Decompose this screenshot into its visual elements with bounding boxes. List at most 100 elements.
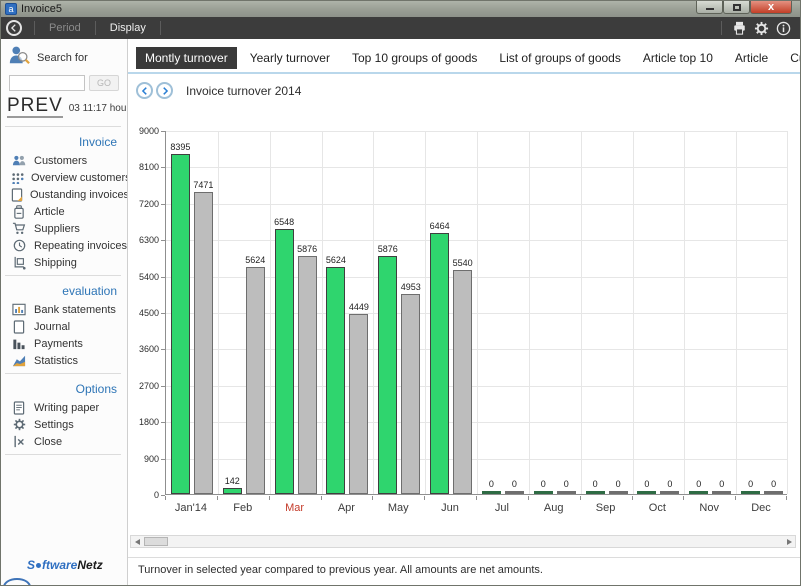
toolbar-item-period: Period: [41, 22, 89, 34]
settings-button[interactable]: [750, 21, 772, 36]
sidebar-item-journal[interactable]: Journal: [1, 318, 127, 335]
y-axis-label: 2700: [128, 381, 159, 391]
x-axis-tick: [321, 496, 322, 500]
bar-value-label: 4449: [341, 302, 376, 312]
x-axis-tick: [476, 496, 477, 500]
scrollbar-thumb[interactable]: [144, 537, 168, 546]
close-button[interactable]: x: [750, 1, 792, 14]
bar-jul-current-year: [482, 491, 501, 494]
scroll-right-arrow-icon[interactable]: [783, 536, 795, 547]
sidebar-item-label: Article: [34, 206, 65, 218]
bar-mar-previous-year: [298, 256, 317, 494]
payments-icon: [11, 337, 27, 351]
back-button[interactable]: [6, 20, 22, 36]
sidebar-item-label: Overview customers: [31, 172, 128, 184]
sidebar: Search for GO PREV 03 11:17 hour Invoice…: [1, 39, 128, 586]
info-icon: [776, 21, 791, 36]
x-axis-tick: [424, 496, 425, 500]
month-label-jul: Jul: [476, 502, 528, 514]
bar-dec-current-year: [741, 491, 760, 494]
bar-value-label: 5540: [445, 258, 480, 268]
search-input[interactable]: [9, 75, 85, 91]
sidebar-item-shipping[interactable]: Shipping: [1, 254, 127, 271]
maximize-button[interactable]: [723, 1, 750, 14]
minimize-button[interactable]: [696, 1, 723, 14]
y-axis-tick: [161, 277, 165, 278]
search-go-button[interactable]: GO: [89, 75, 119, 91]
print-button[interactable]: [728, 21, 750, 35]
month-label-sep: Sep: [580, 502, 632, 514]
y-axis-tick: [161, 131, 165, 132]
sidebar-divider: [5, 126, 121, 127]
bar-feb-current-year: [223, 488, 242, 494]
chart-plot-area: 8395747114256246548587656244449587649536…: [165, 131, 787, 495]
x-axis-tick: [580, 496, 581, 500]
sidebar-item-oustanding-invoices[interactable]: Oustanding invoices: [1, 186, 127, 203]
search-label: Search for: [37, 52, 88, 64]
footer-note: Turnover in selected year compared to pr…: [138, 564, 543, 576]
sidebar-item-bank-statements[interactable]: Bank statements: [1, 301, 127, 318]
prev-label[interactable]: PREV: [7, 96, 63, 118]
sidebar-item-settings[interactable]: Settings: [1, 416, 127, 433]
bar-mar-current-year: [275, 229, 294, 494]
info-button[interactable]: [772, 21, 794, 36]
month-label-may: May: [372, 502, 424, 514]
bar-oct-previous-year: [660, 491, 679, 494]
sidebar-item-article[interactable]: Article: [1, 203, 127, 220]
sidebar-item-customers[interactable]: Customers: [1, 152, 127, 169]
v-gridline: [581, 131, 582, 494]
bar-value-label: 5624: [238, 255, 273, 265]
logo-text-s: S: [27, 558, 35, 572]
article-icon: [11, 205, 27, 219]
v-gridline: [373, 131, 374, 494]
main-content: Montly turnoverYearly turnoverTop 10 gro…: [128, 39, 800, 586]
v-gridline: [270, 131, 271, 494]
close-icon: [11, 435, 27, 449]
bar-jun-previous-year: [453, 270, 472, 494]
v-gridline: [477, 131, 478, 494]
month-label-apr: Apr: [320, 502, 372, 514]
y-axis-label: 9000: [128, 126, 159, 136]
search-section: Search for: [1, 39, 127, 73]
toolbar-separator: [95, 21, 96, 35]
sidebar-item-statistics[interactable]: Statistics: [1, 352, 127, 369]
toolbar-item-display[interactable]: Display: [102, 22, 154, 34]
sidebar-divider: [5, 454, 121, 455]
month-label-oct: Oct: [631, 502, 683, 514]
bar-value-label: 7471: [186, 180, 221, 190]
horizontal-scrollbar[interactable]: [130, 535, 796, 548]
sidebar-section-options: Options: [1, 378, 127, 399]
sidebar-item-writing-paper[interactable]: Writing paper: [1, 399, 127, 416]
bar-sep-previous-year: [609, 491, 628, 494]
scroll-left-arrow-icon[interactable]: [131, 536, 143, 547]
sidebar-item-label: Settings: [34, 419, 74, 431]
y-axis-tick: [161, 313, 165, 314]
back-arrow-icon: [9, 23, 19, 33]
suppliers-icon: [11, 222, 27, 236]
sidebar-item-close[interactable]: Close: [1, 433, 127, 450]
sidebar-sections: InvoiceCustomersOverview customersOustan…: [1, 122, 127, 459]
sidebar-item-suppliers[interactable]: Suppliers: [1, 220, 127, 237]
y-axis-tick: [161, 204, 165, 205]
bar-nov-current-year: [689, 491, 708, 494]
statistics-icon: [11, 354, 27, 368]
sidebar-item-label: Shipping: [34, 257, 77, 269]
title-bar: a Invoice5 x: [1, 1, 800, 17]
sidebar-item-repeating-invoices[interactable]: Repeating invoices: [1, 237, 127, 254]
bar-jun-current-year: [430, 233, 449, 494]
gear-icon: [754, 21, 769, 36]
softwarenetz-logo: SftwareNetz: [1, 558, 127, 578]
month-label-jan-14: Jan'14: [165, 502, 217, 514]
window-title: Invoice5: [21, 3, 62, 15]
sidebar-item-label: Close: [34, 436, 62, 448]
bar-jan-14-current-year: [171, 154, 190, 494]
y-axis-label: 8100: [128, 162, 159, 172]
logo-text-netz: Netz: [77, 558, 102, 572]
sidebar-item-payments[interactable]: Payments: [1, 335, 127, 352]
sidebar-item-overview-customers[interactable]: Overview customers: [1, 169, 127, 186]
bar-oct-current-year: [637, 491, 656, 494]
x-axis-tick: [683, 496, 684, 500]
bar-value-label: 5876: [370, 244, 405, 254]
customers-icon: [11, 154, 27, 168]
sidebar-item-label: Bank statements: [34, 304, 116, 316]
